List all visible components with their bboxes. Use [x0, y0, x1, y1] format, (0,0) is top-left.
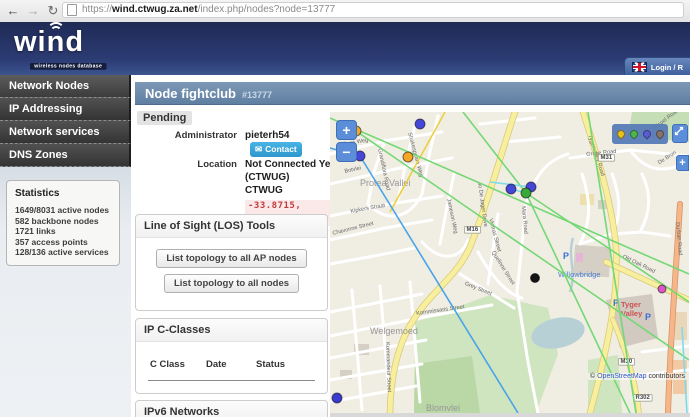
sidebar-menu: Network NodesIP AddressingNetwork servic…: [0, 75, 131, 167]
statistic-item: 1649/8031 active nodes: [7, 205, 119, 216]
status-badge: Pending: [137, 111, 192, 125]
marker-legend-toolbar[interactable]: [612, 124, 668, 144]
marker-pin-icon[interactable]: [654, 128, 665, 139]
reload-icon[interactable]: ↻: [44, 2, 62, 20]
ipc-column-header: Status: [256, 359, 312, 370]
url-scheme: https://: [82, 3, 112, 17]
field-value: pieterh54✉Contact: [245, 129, 337, 157]
statistics-list: 1649/8031 active nodes582 backbone nodes…: [7, 205, 119, 258]
expand-icon: [673, 125, 685, 137]
map-attribution: © OpenStreetMap contributors: [588, 373, 687, 380]
los-button-1[interactable]: List topology to all nodes: [164, 274, 299, 293]
field-administrator: Administrator pieterh54✉Contact: [137, 129, 337, 157]
fullscreen-button[interactable]: [672, 124, 688, 143]
ip-c-classes-title: IP C-Classes: [136, 319, 327, 342]
ipc-columns: C ClassDateStatus: [150, 354, 327, 372]
envelope-icon: ✉: [255, 144, 262, 154]
map[interactable]: Protea ValleiWelgemoedBlomvleiRoos WegBo…: [330, 112, 689, 413]
contact-button[interactable]: ✉Contact: [250, 142, 302, 157]
marker-pin-icon[interactable]: [615, 128, 626, 139]
openstreetmap-link[interactable]: OpenStreetMap: [597, 373, 646, 380]
field-label: Administrator: [137, 129, 245, 157]
ipc-column-header: Date: [206, 359, 256, 370]
statistic-item: 1721 links: [7, 226, 119, 237]
page-bottom-edge: [330, 413, 690, 417]
login-tab[interactable]: Login / R: [624, 57, 690, 76]
site-logo[interactable]: wind: [14, 26, 84, 59]
browser-toolbar: ← → ↻ https://wind.ctwug.za.net/index.ph…: [0, 0, 690, 23]
ipc-column-header: C Class: [150, 359, 206, 370]
statistics-title: Statistics: [7, 186, 119, 205]
login-label: Login / R: [651, 63, 683, 72]
los-button-0[interactable]: List topology to all AP nodes: [156, 249, 306, 268]
page-icon: [67, 4, 77, 16]
ip-c-classes-panel: IP C-Classes C ClassDateStatus: [135, 318, 328, 394]
forward-arrow-icon[interactable]: →: [24, 2, 42, 20]
map-tiles: [330, 112, 689, 413]
los-tools-title: Line of Sight (LOS) Tools: [136, 215, 327, 238]
los-tools-panel: Line of Sight (LOS) Tools List topology …: [135, 214, 328, 311]
address-bar[interactable]: https://wind.ctwug.za.net/index.php/node…: [62, 2, 684, 18]
los-buttons: List topology to all AP nodes List topolo…: [136, 249, 327, 293]
sidebar: Network NodesIP AddressingNetwork servic…: [0, 75, 131, 417]
node-id: #13777: [242, 90, 272, 100]
main-content: Node fightclub #13777 Pending Administrat…: [131, 75, 690, 417]
sidebar-item-network-services[interactable]: Network services: [0, 121, 131, 144]
site-header: wind wireless nodes database Login / R: [0, 22, 690, 75]
map-zoom-control: + −: [336, 120, 357, 164]
site-tagline: wireless nodes database: [30, 63, 106, 70]
marker-pin-icon[interactable]: [628, 128, 639, 139]
statistics-panel: Statistics 1649/8031 active nodes582 bac…: [6, 180, 120, 266]
back-arrow-icon[interactable]: ←: [4, 2, 22, 20]
sidebar-item-ip-addressing[interactable]: IP Addressing: [0, 98, 131, 121]
table-divider: [148, 380, 315, 381]
location-line-2: CTWUG: [245, 184, 337, 197]
node-title-bar: Node fightclub #13777: [135, 82, 690, 105]
zoom-in-button[interactable]: +: [336, 120, 357, 140]
page-title: Node fightclub: [145, 86, 236, 101]
zoom-out-button[interactable]: −: [336, 142, 357, 162]
location-line-1: Not Connected Yet (CTWUG): [245, 158, 337, 184]
sidebar-item-network-nodes[interactable]: Network Nodes: [0, 75, 131, 98]
marker-pin-icon[interactable]: [641, 128, 652, 139]
url-path: /index.php/nodes?node=13777: [198, 3, 336, 17]
statistic-item: 128/136 active services: [7, 247, 119, 258]
statistic-item: 582 backbone nodes: [7, 216, 119, 227]
statistic-item: 357 access points: [7, 237, 119, 248]
ipv6-networks-panel: IPv6 Networks: [135, 400, 328, 417]
sidebar-item-dns-zones[interactable]: DNS Zones: [0, 144, 131, 167]
ipv6-networks-title: IPv6 Networks: [136, 401, 327, 417]
uk-flag-icon: [632, 62, 647, 72]
add-layer-button[interactable]: +: [676, 155, 689, 171]
url-host: wind.ctwug.za.net: [112, 3, 198, 17]
